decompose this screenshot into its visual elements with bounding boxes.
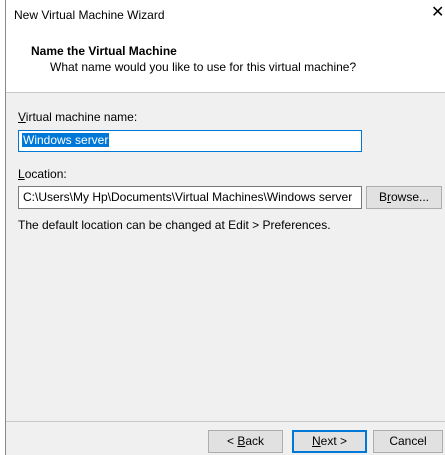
- vm-name-input[interactable]: Windows server: [18, 130, 362, 152]
- cancel-label: Cancel: [389, 434, 427, 448]
- next-label-rest: ext >: [320, 434, 348, 448]
- title-bar[interactable]: New Virtual Machine Wizard ✕: [6, 0, 445, 32]
- back-label-rest: ack: [245, 434, 265, 448]
- browse-label-end: owse...: [391, 190, 430, 204]
- page-title: Name the Virtual Machine: [31, 44, 177, 58]
- location-label-text: ocation:: [24, 167, 67, 181]
- vm-name-label: Virtual machine name:: [18, 110, 137, 124]
- wizard-window: New Virtual Machine Wizard ✕ Name the Vi…: [5, 0, 445, 455]
- wizard-header: Name the Virtual Machine What name would…: [6, 32, 445, 93]
- location-label: Location:: [18, 167, 67, 181]
- back-label-prefix: <: [226, 434, 238, 448]
- location-value: C:\Users\My Hp\Documents\Virtual Machine…: [23, 190, 353, 204]
- location-hint: The default location can be changed at E…: [18, 218, 331, 232]
- close-icon[interactable]: ✕: [431, 5, 444, 21]
- vm-name-label-text: irtual machine name:: [25, 110, 138, 124]
- page-subtitle: What name would you like to use for this…: [50, 60, 357, 74]
- browse-label-start: B: [378, 190, 387, 204]
- cancel-button[interactable]: Cancel: [373, 430, 443, 453]
- next-label-mnemonic: N: [311, 434, 321, 448]
- back-button[interactable]: < Back: [208, 430, 283, 453]
- vm-name-label-mnemonic: V: [18, 110, 26, 124]
- window-title: New Virtual Machine Wizard: [14, 8, 165, 22]
- footer-divider: [6, 421, 445, 422]
- location-input[interactable]: C:\Users\My Hp\Documents\Virtual Machine…: [18, 186, 362, 209]
- next-button[interactable]: Next >: [292, 430, 367, 453]
- location-label-mnemonic: L: [18, 167, 25, 181]
- browse-button[interactable]: Browse...: [366, 186, 442, 209]
- vm-name-value: Windows server: [22, 133, 110, 147]
